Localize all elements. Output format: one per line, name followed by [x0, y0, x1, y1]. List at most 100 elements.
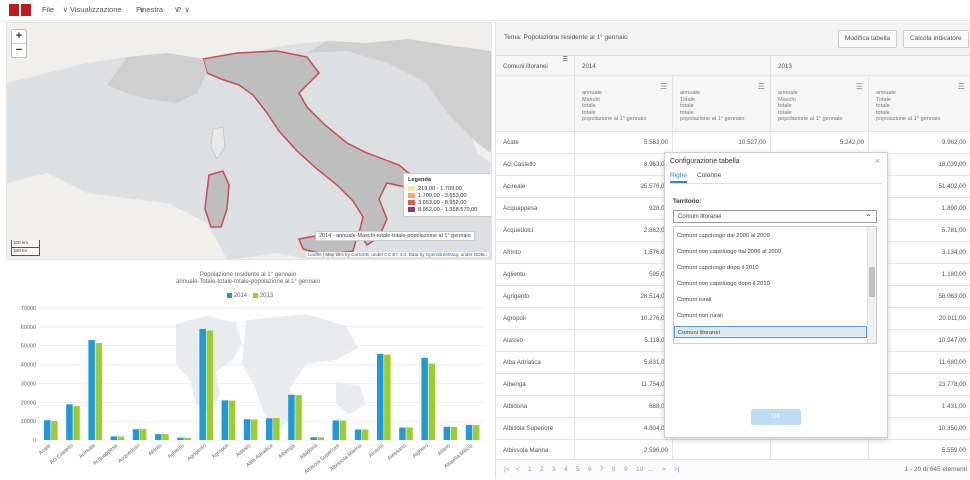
pager-page-7[interactable]: 7: [600, 466, 604, 473]
option-item[interactable]: Comuni non capoluogo dopo il 2010: [674, 278, 867, 290]
pager-page-5[interactable]: 5: [576, 466, 580, 473]
options-scrollbar[interactable]: [867, 227, 876, 343]
bar-2014-albidona[interactable]: [310, 437, 317, 440]
zoom-out-button[interactable]: −: [12, 43, 26, 57]
pager-page-9[interactable]: 9: [624, 466, 628, 473]
bar-2013-allàrio[interactable]: [450, 426, 458, 440]
menu-2[interactable]: Finestra: [136, 5, 163, 14]
pager-prev-button[interactable]: <: [516, 466, 520, 473]
row-header[interactable]: Alba Adriatica: [496, 352, 575, 374]
pager-next-button[interactable]: >: [662, 466, 666, 473]
menu-3[interactable]: ?: [177, 5, 181, 14]
bar-2014-alghero[interactable]: [421, 357, 428, 440]
option-item[interactable]: Comuni non capoluogo dal 2006 al 2009: [674, 246, 867, 258]
menu-icon[interactable]: ☰: [562, 56, 568, 63]
pager-page-3[interactable]: 3: [552, 466, 556, 473]
row-header[interactable]: Afrinto: [496, 242, 575, 264]
column-header[interactable]: annuale Maschi totale totale popolazione…: [575, 76, 673, 132]
row-header[interactable]: Agropoli: [496, 308, 575, 330]
bar-2014-acquedolci[interactable]: [132, 429, 140, 440]
bar-2013-albenga[interactable]: [295, 395, 302, 440]
bar-2014-altavilla-milicia[interactable]: [465, 424, 473, 440]
row-header[interactable]: Acquedolci: [496, 220, 575, 242]
menu-icon[interactable]: ☰: [958, 83, 965, 91]
bar-2014-aglientu[interactable]: [177, 437, 184, 440]
map-view[interactable]: + − Legenda 219,00 - 1.709,00 1.709,00 - …: [6, 22, 492, 260]
bar-2013-aci-castello[interactable]: [73, 405, 80, 440]
pager-page-4[interactable]: 4: [564, 466, 568, 473]
option-item[interactable]: Comuni litoranei: [674, 326, 867, 338]
bar-2013-agropoli[interactable]: [228, 400, 236, 440]
close-icon[interactable]: ×: [875, 156, 880, 166]
menu-0[interactable]: File: [42, 5, 54, 14]
bar-2014-alassio[interactable]: [243, 419, 251, 440]
row-header[interactable]: Aglientu: [496, 264, 575, 286]
bar-2013-aglientu[interactable]: [184, 437, 191, 440]
bar-2014-albenga[interactable]: [288, 394, 295, 440]
option-item[interactable]: Comuni rurali: [674, 294, 867, 306]
bar-2013-albidona[interactable]: [317, 437, 325, 440]
bar-2013-alassio[interactable]: [250, 419, 258, 440]
scrollbar-thumb[interactable]: [869, 267, 875, 297]
row-header[interactable]: Albisola Superiore: [496, 418, 575, 440]
bar-2014-aci-castello[interactable]: [66, 404, 73, 440]
bar-2013-alcamo[interactable]: [384, 354, 391, 440]
menu-icon[interactable]: ☰: [856, 83, 863, 91]
pager-page-1[interactable]: 1: [528, 466, 532, 473]
bar-2013-alghero[interactable]: [428, 363, 436, 440]
bar-2013-albisola-superiore[interactable]: [339, 420, 347, 440]
row-header[interactable]: Agrigento: [496, 286, 575, 308]
bar-2014-albissola-marina[interactable]: [354, 429, 362, 440]
menu-icon[interactable]: ☰: [758, 83, 765, 91]
bar-2014-acate[interactable]: [43, 420, 51, 440]
menu-icon[interactable]: ☰: [660, 83, 667, 91]
pager-first-button[interactable]: |<: [504, 466, 509, 473]
bar-2014-acquappesa[interactable]: [110, 436, 118, 440]
column-header[interactable]: annuale Totale totale totale popolazione…: [869, 76, 970, 132]
option-item[interactable]: Comuni capoluogo dopo il 2010: [674, 262, 867, 274]
bar-2014-allàrio[interactable]: [443, 426, 451, 440]
bar-2013-afrinto[interactable]: [162, 434, 169, 440]
row-header[interactable]: Albidona: [496, 396, 575, 418]
bar-2013-acquedolci[interactable]: [139, 429, 147, 440]
bar-2014-alba-adriatica[interactable]: [265, 418, 273, 440]
bar-2014-alessano[interactable]: [399, 427, 406, 440]
row-header[interactable]: Acquappesa: [496, 198, 575, 220]
leaflet-link[interactable]: Leaflet: [308, 252, 322, 257]
pager-page-10[interactable]: 10: [636, 466, 643, 473]
cartodb-link[interactable]: CartoDB: [351, 252, 369, 257]
bar-2014-agrigento[interactable]: [199, 328, 206, 440]
osm-link[interactable]: OpenStreetMap: [426, 252, 458, 257]
zoom-in-button[interactable]: +: [12, 30, 26, 43]
license-link[interactable]: CC BY 3.0: [384, 252, 406, 257]
row-header[interactable]: Acireale: [496, 176, 575, 198]
pager-page-...[interactable]: ...: [648, 466, 653, 473]
row-header[interactable]: Albenga: [496, 374, 575, 396]
option-item[interactable]: Comuni non rurali: [674, 310, 867, 322]
pager-page-2[interactable]: 2: [540, 466, 544, 473]
bar-2014-alcamo[interactable]: [376, 353, 384, 440]
row-header[interactable]: Alassio: [496, 330, 575, 352]
bar-2013-acate[interactable]: [51, 421, 58, 440]
bar-2013-acireale[interactable]: [95, 343, 103, 440]
bar-2013-albissola-marina[interactable]: [361, 429, 369, 440]
option-item[interactable]: Comuni capoluogo dal 2006 al 2009: [674, 230, 867, 242]
bar-2013-acquappesa[interactable]: [117, 436, 125, 440]
bar-2014-acireale[interactable]: [88, 340, 95, 440]
menu-1[interactable]: Visualizzazione: [70, 5, 122, 14]
modifica-tabella-button[interactable]: Modifica tabella: [838, 30, 898, 48]
row-header[interactable]: Acate: [496, 132, 575, 154]
pager-page-6[interactable]: 6: [588, 466, 592, 473]
bar-2013-altavilla-milicia[interactable]: [472, 425, 480, 440]
ok-button[interactable]: OK: [751, 409, 801, 425]
tab-colonne[interactable]: Colonne: [697, 172, 721, 179]
row-header[interactable]: Aci Castello: [496, 154, 575, 176]
pager-last-button[interactable]: >|: [674, 466, 679, 473]
bar-2013-alessano[interactable]: [406, 427, 413, 440]
column-header[interactable]: annuale Totale totale totale popolazione…: [673, 76, 771, 132]
territorio-select[interactable]: Comuni litoranei ⌃: [673, 210, 877, 223]
bar-2014-albisola-superiore[interactable]: [332, 420, 340, 440]
bar-2014-afrinto[interactable]: [154, 434, 162, 440]
calcola-indicatore-button[interactable]: Calcola indicatore: [903, 30, 969, 48]
pager-page-8[interactable]: 8: [612, 466, 616, 473]
